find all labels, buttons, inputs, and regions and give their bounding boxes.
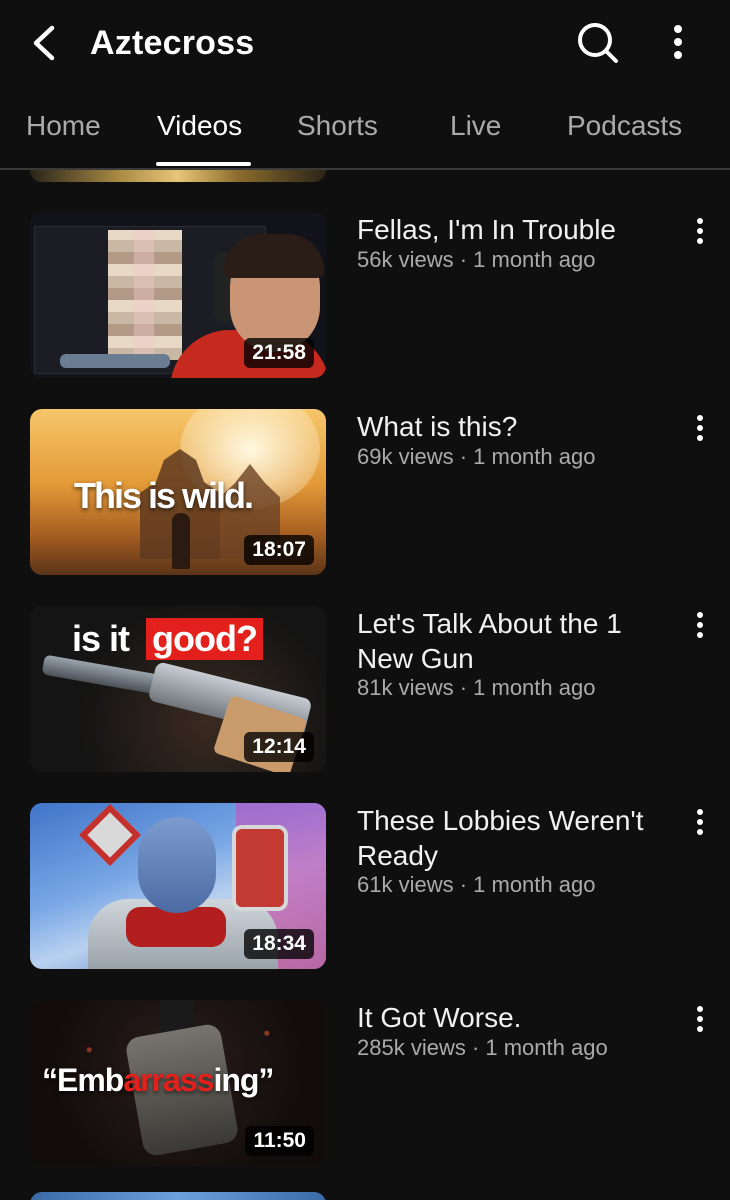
duration-badge: 21:58 (244, 338, 314, 368)
more-vertical-icon (697, 612, 703, 638)
video-more-button[interactable] (688, 807, 712, 837)
video-thumbnail[interactable]: This is wild. 18:07 (30, 409, 326, 575)
tab-podcasts[interactable]: Podcasts (567, 106, 682, 146)
video-more-button[interactable] (688, 413, 712, 443)
video-thumbnail-partial[interactable] (30, 1192, 326, 1200)
thumbnail-caption: is it (72, 618, 130, 659)
active-tab-indicator (156, 162, 251, 166)
thumbnail-caption-highlight: good? (146, 618, 263, 660)
search-icon (578, 23, 618, 63)
duration-badge: 12:14 (244, 732, 314, 762)
duration-badge: 18:07 (244, 535, 314, 565)
video-title[interactable]: Fellas, I'm In Trouble (357, 212, 677, 247)
channel-videos-screen: Aztecross Home Videos Shorts Live Podcas… (0, 0, 730, 1200)
chevron-left-icon (33, 25, 55, 61)
video-item[interactable]: This is wild. 18:07 What is this? 69k vi… (0, 409, 730, 577)
video-item[interactable]: 21:58 Fellas, I'm In Trouble 56k views ·… (0, 212, 730, 380)
video-title[interactable]: What is this? (357, 409, 677, 444)
video-title[interactable]: These Lobbies Weren't Ready (357, 803, 677, 873)
more-vertical-icon (674, 25, 682, 59)
video-more-button[interactable] (688, 1004, 712, 1034)
video-title[interactable]: It Got Worse. (357, 1000, 677, 1035)
video-title[interactable]: Let's Talk About the 1 New Gun (357, 606, 677, 676)
tab-live[interactable]: Live (450, 106, 501, 146)
more-vertical-icon (697, 218, 703, 244)
tab-videos[interactable]: Videos (157, 106, 242, 146)
video-meta: 69k views · 1 month ago (357, 444, 596, 469)
tab-shorts[interactable]: Shorts (297, 106, 378, 146)
channel-tabs: Home Videos Shorts Live Podcasts (0, 96, 730, 170)
video-more-button[interactable] (688, 610, 712, 640)
video-item[interactable]: 18:34 These Lobbies Weren't Ready 61k vi… (0, 803, 730, 971)
more-vertical-icon (697, 1006, 703, 1032)
video-thumbnail[interactable]: 21:58 (30, 212, 326, 378)
duration-badge: 18:34 (244, 929, 314, 959)
more-options-button[interactable] (664, 20, 692, 66)
video-more-button[interactable] (688, 216, 712, 246)
video-item[interactable]: “Embarrassing” 11:50 It Got Worse. 285k … (0, 1000, 730, 1168)
top-app-bar: Aztecross (0, 0, 730, 86)
duration-badge: 11:50 (245, 1126, 314, 1156)
thumbnail-caption: “Embarrassing” (42, 1062, 274, 1098)
video-meta: 285k views · 1 month ago (357, 1035, 608, 1060)
video-item[interactable]: is it good? 12:14 Let's Talk About the 1… (0, 606, 730, 774)
tab-home[interactable]: Home (26, 106, 101, 146)
channel-title: Aztecross (90, 24, 255, 62)
more-vertical-icon (697, 415, 703, 441)
thumbnail-caption: This is wild. (74, 475, 254, 516)
video-meta: 81k views · 1 month ago (357, 675, 596, 700)
video-thumbnail[interactable]: is it good? 12:14 (30, 606, 326, 772)
video-thumbnail[interactable]: “Embarrassing” 11:50 (30, 1000, 326, 1166)
search-button[interactable] (574, 20, 620, 66)
video-thumbnail[interactable]: 18:34 (30, 803, 326, 969)
video-meta: 61k views · 1 month ago (357, 872, 596, 897)
video-meta: 56k views · 1 month ago (357, 247, 596, 272)
more-vertical-icon (697, 809, 703, 835)
back-button[interactable] (26, 22, 62, 64)
